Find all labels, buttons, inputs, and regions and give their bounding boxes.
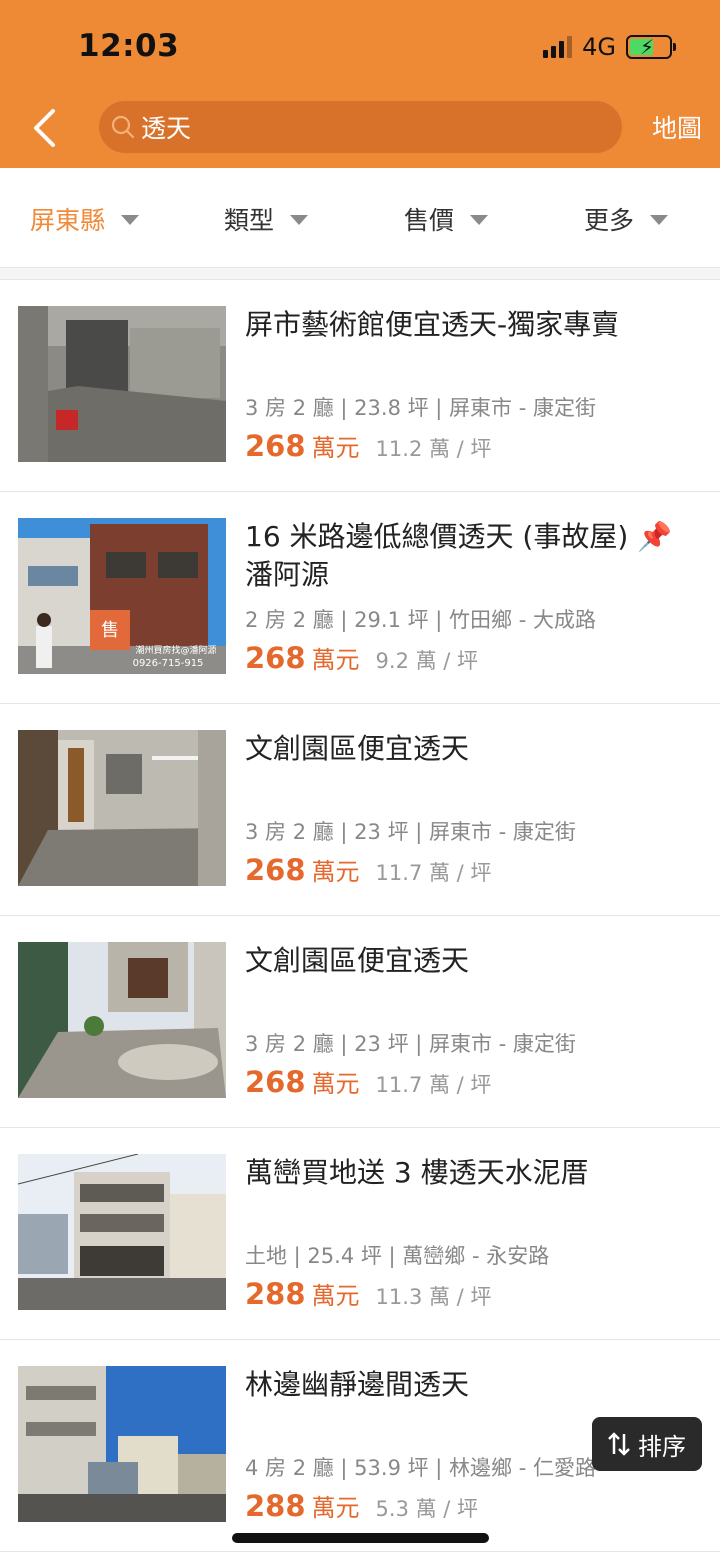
app-header: 12:03 4G ⚡ 透天 地圖 [0, 0, 720, 168]
listing-photo: 售 潮州買房找@潘阿源 0926-715-915 [18, 518, 226, 674]
listing-photo [18, 942, 226, 1098]
listing-meta: 3 房 2 廳 | 23 坪 | 屏東市 - 康定街 [245, 820, 576, 844]
search-query: 透天 [141, 114, 192, 143]
listing-title: 屏市藝術館便宜透天-獨家專賣 [245, 308, 620, 341]
listing-title: 文創園區便宜透天 [245, 944, 470, 977]
listing-title: 林邊幽靜邊間透天 [245, 1368, 470, 1401]
unit-price: 11.7 萬 / 坪 [375, 861, 492, 885]
listing-card[interactable]: 文創園區便宜透天 3 房 2 廳 | 23 坪 | 屏東市 - 康定街 268 … [0, 704, 720, 916]
listing-title: 萬巒買地送 3 樓透天水泥厝 [245, 1156, 589, 1189]
price-value: 268 [245, 641, 306, 675]
home-indicator[interactable] [232, 1533, 489, 1543]
search-input[interactable]: 透天 [99, 101, 622, 153]
caret-down-icon [650, 215, 669, 225]
unit-price: 11.2 萬 / 坪 [375, 437, 492, 461]
listing-title: 16 米路邊低總價透天 (事故屋) 📌 潘阿源 [245, 520, 673, 591]
listing-photo [18, 1154, 226, 1310]
listing-meta: 3 房 2 廳 | 23 坪 | 屏東市 - 康定街 [245, 1032, 576, 1056]
caret-down-icon [470, 215, 489, 225]
price-value: 268 [245, 1065, 306, 1099]
filter-label: 售價 [404, 206, 455, 235]
price-unit: 萬元 [311, 858, 360, 886]
listing-meta: 4 房 2 廳 | 53.9 坪 | 林邊鄉 - 仁愛路 [245, 1456, 596, 1480]
sale-sign-text: 售 [101, 620, 119, 641]
listing-photo [18, 1366, 226, 1522]
filter-price[interactable]: 售價 [404, 202, 489, 236]
back-button[interactable] [22, 104, 66, 152]
chevron-left-icon [34, 109, 55, 147]
listing-meta: 3 房 2 廳 | 23.8 坪 | 屏東市 - 康定街 [245, 396, 596, 420]
listing-photo [18, 730, 226, 886]
photo-phone-text: 0926-715-915 [133, 658, 204, 669]
listing-title: 文創園區便宜透天 [245, 732, 470, 765]
price-unit: 萬元 [311, 646, 360, 674]
unit-price: 5.3 萬 / 坪 [375, 1497, 479, 1521]
listing-price: 268 萬元 9.2 萬 / 坪 [245, 640, 478, 675]
price-value: 288 [245, 1277, 306, 1311]
price-value: 288 [245, 1489, 306, 1523]
listing-card[interactable]: 售 潮州買房找@潘阿源 0926-715-915 16 米路邊低總價透天 (事故… [0, 492, 720, 704]
listing-price: 288 萬元 11.3 萬 / 坪 [245, 1276, 491, 1311]
listing-price: 268 萬元 11.7 萬 / 坪 [245, 1064, 491, 1099]
list-top-divider [0, 268, 720, 280]
battery-icon: ⚡ [626, 35, 676, 59]
caret-down-icon [290, 215, 309, 225]
unit-price: 9.2 萬 / 坪 [375, 649, 479, 673]
search-icon [109, 113, 137, 141]
sort-button[interactable]: 排序 [592, 1417, 702, 1471]
listing-price: 268 萬元 11.7 萬 / 坪 [245, 852, 491, 887]
price-unit: 萬元 [311, 1070, 360, 1098]
filter-county[interactable]: 屏東縣 [30, 202, 140, 236]
unit-price: 11.3 萬 / 坪 [375, 1285, 492, 1309]
sort-label: 排序 [638, 1432, 686, 1461]
listing-photo [18, 306, 226, 462]
network-type: 4G [582, 33, 616, 61]
listing-card[interactable]: 文創園區便宜透天 3 房 2 廳 | 23 坪 | 屏東市 - 康定街 268 … [0, 916, 720, 1128]
listing-price: 268 萬元 11.2 萬 / 坪 [245, 428, 491, 463]
signal-icon [543, 36, 573, 58]
filter-bar: 屏東縣 類型 售價 更多 [0, 168, 720, 268]
price-unit: 萬元 [311, 434, 360, 462]
status-indicators: 4G ⚡ [543, 30, 676, 64]
listing-card[interactable]: 屏市藝術館便宜透天-獨家專賣 3 房 2 廳 | 23.8 坪 | 屏東市 - … [0, 280, 720, 492]
filter-label: 類型 [224, 206, 275, 235]
status-time: 12:03 [78, 28, 180, 64]
caret-down-icon [121, 215, 140, 225]
price-value: 268 [245, 853, 306, 887]
sort-arrows-icon [608, 1432, 630, 1456]
filter-more[interactable]: 更多 [584, 202, 669, 236]
listing-card[interactable]: 萬巒買地送 3 樓透天水泥厝 土地 | 25.4 坪 | 萬巒鄉 - 永安路 2… [0, 1128, 720, 1340]
price-unit: 萬元 [311, 1282, 360, 1310]
map-button[interactable]: 地圖 [652, 109, 702, 145]
photo-banner-text: 潮州買房找@潘阿源 [135, 644, 216, 656]
filter-label: 更多 [584, 206, 635, 235]
filter-label: 屏東縣 [30, 206, 106, 235]
listing-meta: 2 房 2 廳 | 29.1 坪 | 竹田鄉 - 大成路 [245, 608, 596, 632]
price-unit: 萬元 [311, 1494, 360, 1522]
filter-type[interactable]: 類型 [224, 202, 309, 236]
listing-meta: 土地 | 25.4 坪 | 萬巒鄉 - 永安路 [245, 1244, 550, 1268]
unit-price: 11.7 萬 / 坪 [375, 1073, 492, 1097]
price-value: 268 [245, 429, 306, 463]
listing-price: 288 萬元 5.3 萬 / 坪 [245, 1488, 478, 1523]
